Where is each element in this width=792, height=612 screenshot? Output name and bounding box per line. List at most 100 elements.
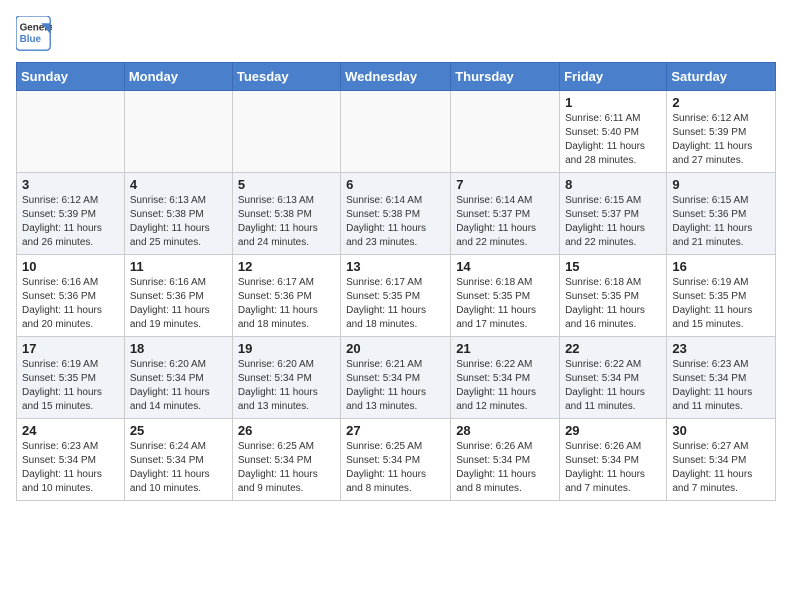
day-cell: 15 Sunrise: 6:18 AM Sunset: 5:35 PM Dayli… (560, 255, 667, 337)
day-cell: 30 Sunrise: 6:27 AM Sunset: 5:34 PM Dayli… (667, 419, 776, 501)
day-info: Sunrise: 6:15 AM Sunset: 5:37 PM Dayligh… (565, 194, 661, 250)
week-row-2: 10 Sunrise: 6:16 AM Sunset: 5:36 PM Dayli… (17, 255, 776, 337)
day-info: Sunrise: 6:26 AM Sunset: 5:34 PM Dayligh… (565, 440, 661, 496)
day-info: Sunrise: 6:22 AM Sunset: 5:34 PM Dayligh… (456, 358, 554, 414)
day-cell: 20Sunrise: 6:21 AM Sunset: 5:34 PM Dayli… (341, 337, 451, 419)
day-number: 13 (346, 259, 445, 274)
day-cell: 6 Sunrise: 6:14 AM Sunset: 5:38 PM Daylig… (341, 173, 451, 255)
day-info: Sunrise: 6:17 AM Sunset: 5:36 PM Dayligh… (238, 276, 335, 332)
day-info: Sunrise: 6:26 AM Sunset: 5:34 PM Dayligh… (456, 440, 554, 496)
week-row-4: 24 Sunrise: 6:23 AM Sunset: 5:34 PM Dayli… (17, 419, 776, 501)
day-number: 4 (130, 177, 227, 192)
day-number: 24 (22, 423, 119, 438)
day-cell: 8 Sunrise: 6:15 AM Sunset: 5:37 PM Daylig… (560, 173, 667, 255)
day-cell: 28 Sunrise: 6:26 AM Sunset: 5:34 PM Dayli… (451, 419, 560, 501)
day-cell: 12 Sunrise: 6:17 AM Sunset: 5:36 PM Dayli… (232, 255, 340, 337)
header-sunday: Sunday (17, 63, 125, 91)
day-number: 8 (565, 177, 661, 192)
day-info: Sunrise: 6:19 AM Sunset: 5:35 PM Dayligh… (672, 276, 770, 332)
day-cell: 7 Sunrise: 6:14 AM Sunset: 5:37 PM Daylig… (451, 173, 560, 255)
day-cell (17, 91, 125, 173)
day-number: 11 (130, 259, 227, 274)
day-cell: 29 Sunrise: 6:26 AM Sunset: 5:34 PM Dayli… (560, 419, 667, 501)
day-info: Sunrise: 6:18 AM Sunset: 5:35 PM Dayligh… (456, 276, 554, 332)
day-info: Sunrise: 6:12 AM Sunset: 5:39 PM Dayligh… (672, 112, 770, 168)
day-info: Sunrise: 6:21 AM Sunset: 5:34 PM Dayligh… (346, 358, 445, 414)
day-cell (124, 91, 232, 173)
day-info: Sunrise: 6:14 AM Sunset: 5:37 PM Dayligh… (456, 194, 554, 250)
day-cell: 25Sunrise: 6:24 AM Sunset: 5:34 PM Dayli… (124, 419, 232, 501)
day-cell: 11 Sunrise: 6:16 AM Sunset: 5:36 PM Dayli… (124, 255, 232, 337)
day-number: 9 (672, 177, 770, 192)
day-cell: 2 Sunrise: 6:12 AM Sunset: 5:39 PM Daylig… (667, 91, 776, 173)
day-cell: 27Sunrise: 6:25 AM Sunset: 5:34 PM Dayli… (341, 419, 451, 501)
day-info: Sunrise: 6:18 AM Sunset: 5:35 PM Dayligh… (565, 276, 661, 332)
day-cell: 5 Sunrise: 6:13 AM Sunset: 5:38 PM Daylig… (232, 173, 340, 255)
header-saturday: Saturday (667, 63, 776, 91)
day-info: Sunrise: 6:13 AM Sunset: 5:38 PM Dayligh… (238, 194, 335, 250)
day-number: 29 (565, 423, 661, 438)
day-cell: 14 Sunrise: 6:18 AM Sunset: 5:35 PM Dayli… (451, 255, 560, 337)
day-cell: 9Sunrise: 6:15 AM Sunset: 5:36 PM Daylig… (667, 173, 776, 255)
calendar-header-row: SundayMondayTuesdayWednesdayThursdayFrid… (17, 63, 776, 91)
header-monday: Monday (124, 63, 232, 91)
day-cell: 23Sunrise: 6:23 AM Sunset: 5:34 PM Dayli… (667, 337, 776, 419)
day-number: 7 (456, 177, 554, 192)
day-info: Sunrise: 6:27 AM Sunset: 5:34 PM Dayligh… (672, 440, 770, 496)
day-number: 15 (565, 259, 661, 274)
day-cell (232, 91, 340, 173)
day-info: Sunrise: 6:20 AM Sunset: 5:34 PM Dayligh… (130, 358, 227, 414)
day-number: 6 (346, 177, 445, 192)
day-number: 21 (456, 341, 554, 356)
day-cell: 16Sunrise: 6:19 AM Sunset: 5:35 PM Dayli… (667, 255, 776, 337)
day-info: Sunrise: 6:19 AM Sunset: 5:35 PM Dayligh… (22, 358, 119, 414)
day-info: Sunrise: 6:23 AM Sunset: 5:34 PM Dayligh… (672, 358, 770, 414)
day-cell: 13 Sunrise: 6:17 AM Sunset: 5:35 PM Dayli… (341, 255, 451, 337)
day-info: Sunrise: 6:11 AM Sunset: 5:40 PM Dayligh… (565, 112, 661, 168)
day-cell: 26Sunrise: 6:25 AM Sunset: 5:34 PM Dayli… (232, 419, 340, 501)
day-info: Sunrise: 6:14 AM Sunset: 5:38 PM Dayligh… (346, 194, 445, 250)
day-number: 1 (565, 95, 661, 110)
logo-icon: General Blue (16, 16, 52, 52)
day-cell (341, 91, 451, 173)
header-friday: Friday (560, 63, 667, 91)
day-number: 30 (672, 423, 770, 438)
header-wednesday: Wednesday (341, 63, 451, 91)
week-row-0: 1 Sunrise: 6:11 AM Sunset: 5:40 PM Daylig… (17, 91, 776, 173)
day-number: 14 (456, 259, 554, 274)
day-number: 12 (238, 259, 335, 274)
day-number: 17 (22, 341, 119, 356)
day-info: Sunrise: 6:20 AM Sunset: 5:34 PM Dayligh… (238, 358, 335, 414)
header: General Blue (16, 16, 776, 52)
day-cell: 22Sunrise: 6:22 AM Sunset: 5:34 PM Dayli… (560, 337, 667, 419)
day-number: 2 (672, 95, 770, 110)
day-cell: 3Sunrise: 6:12 AM Sunset: 5:39 PM Daylig… (17, 173, 125, 255)
day-number: 19 (238, 341, 335, 356)
day-number: 18 (130, 341, 227, 356)
day-number: 26 (238, 423, 335, 438)
day-info: Sunrise: 6:13 AM Sunset: 5:38 PM Dayligh… (130, 194, 227, 250)
day-cell: 18 Sunrise: 6:20 AM Sunset: 5:34 PM Dayli… (124, 337, 232, 419)
day-cell: 19 Sunrise: 6:20 AM Sunset: 5:34 PM Dayli… (232, 337, 340, 419)
day-number: 5 (238, 177, 335, 192)
day-info: Sunrise: 6:22 AM Sunset: 5:34 PM Dayligh… (565, 358, 661, 414)
calendar-table: SundayMondayTuesdayWednesdayThursdayFrid… (16, 62, 776, 501)
day-number: 3 (22, 177, 119, 192)
day-cell: 4 Sunrise: 6:13 AM Sunset: 5:38 PM Daylig… (124, 173, 232, 255)
logo: General Blue (16, 16, 52, 52)
svg-text:Blue: Blue (20, 34, 42, 45)
day-cell: 24 Sunrise: 6:23 AM Sunset: 5:34 PM Dayli… (17, 419, 125, 501)
week-row-1: 3Sunrise: 6:12 AM Sunset: 5:39 PM Daylig… (17, 173, 776, 255)
day-info: Sunrise: 6:16 AM Sunset: 5:36 PM Dayligh… (130, 276, 227, 332)
header-tuesday: Tuesday (232, 63, 340, 91)
day-info: Sunrise: 6:16 AM Sunset: 5:36 PM Dayligh… (22, 276, 119, 332)
week-row-3: 17 Sunrise: 6:19 AM Sunset: 5:35 PM Dayli… (17, 337, 776, 419)
day-number: 27 (346, 423, 445, 438)
day-cell: 10 Sunrise: 6:16 AM Sunset: 5:36 PM Dayli… (17, 255, 125, 337)
day-number: 25 (130, 423, 227, 438)
day-number: 10 (22, 259, 119, 274)
day-info: Sunrise: 6:17 AM Sunset: 5:35 PM Dayligh… (346, 276, 445, 332)
day-number: 28 (456, 423, 554, 438)
day-cell: 21 Sunrise: 6:22 AM Sunset: 5:34 PM Dayli… (451, 337, 560, 419)
day-info: Sunrise: 6:23 AM Sunset: 5:34 PM Dayligh… (22, 440, 119, 496)
